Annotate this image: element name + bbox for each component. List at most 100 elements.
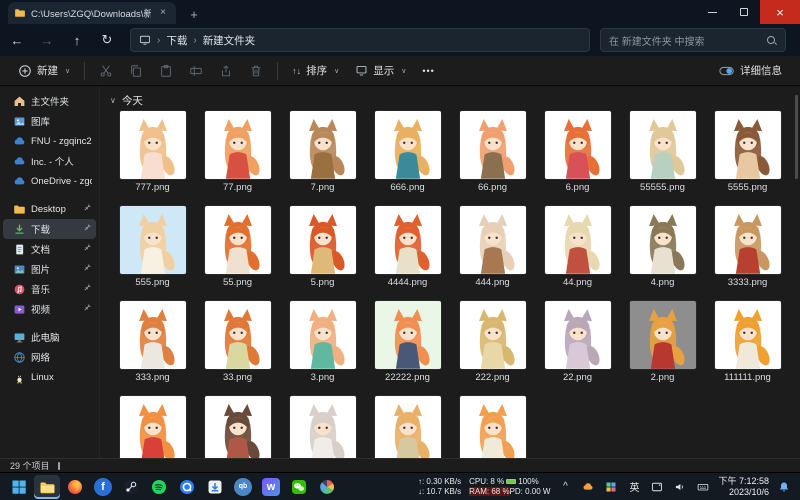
file-item[interactable]: 111111.png — [705, 301, 790, 396]
colorful-app-icon[interactable] — [603, 479, 619, 495]
maximize-button[interactable] — [728, 0, 760, 24]
new-button[interactable]: 新建 ∨ — [10, 59, 78, 83]
sidebar-item-网络[interactable]: 网络 — [3, 347, 96, 367]
date: 2023/10/6 — [728, 486, 769, 497]
sidebar-item-音乐[interactable]: 音乐 — [3, 279, 96, 299]
notification-bell-icon[interactable] — [776, 479, 792, 495]
taskbar-steam-icon[interactable] — [118, 475, 144, 499]
file-item[interactable]: 777.png — [110, 111, 195, 206]
taskbar-quark-icon[interactable] — [174, 475, 200, 499]
sidebar-item-下载[interactable]: 下载 — [3, 219, 96, 239]
file-item[interactable]: 33.png — [195, 301, 280, 396]
view-button[interactable]: 显示 ∨ — [347, 59, 414, 83]
file-item[interactable]: 55555.png — [620, 111, 705, 206]
file-item[interactable]: 5.png — [280, 206, 365, 301]
back-button[interactable]: ← — [4, 28, 30, 52]
file-item[interactable]: 666.png — [365, 111, 450, 206]
more-options-button[interactable]: ••• — [414, 59, 442, 83]
taskbar-file-explorer-icon[interactable] — [34, 474, 60, 499]
new-tab-button[interactable]: + — [184, 6, 204, 24]
file-item[interactable]: 333.png — [110, 301, 195, 396]
file-thumbnail — [289, 111, 356, 179]
taskbar-qbittorrent-icon[interactable]: qb — [230, 475, 256, 499]
file-thumbnail — [119, 396, 186, 458]
file-item[interactable] — [280, 396, 365, 458]
details-pane-toggle[interactable]: 详细信息 — [711, 59, 790, 83]
chevron-down-icon: ∨ — [334, 67, 340, 75]
file-item[interactable] — [110, 396, 195, 458]
file-item[interactable]: 3333.png — [705, 206, 790, 301]
file-item[interactable]: 222.png — [450, 301, 535, 396]
sidebar-item-OneDrive - zgqinc[interactable]: OneDrive - zgqinc — [3, 171, 96, 191]
file-item[interactable]: 5555.png — [705, 111, 790, 206]
file-item[interactable]: 77.png — [195, 111, 280, 206]
sidebar-item-此电脑[interactable]: 此电脑 — [3, 327, 96, 347]
group-header[interactable]: ∨ 今天 — [100, 87, 800, 108]
hidden-icons-chevron-icon[interactable]: ^ — [557, 479, 573, 495]
taskbar-watt-toolkit-icon[interactable]: w — [258, 475, 284, 499]
taskbar-paint-app-icon[interactable] — [314, 475, 340, 499]
search-input[interactable]: 在 新建文件夹 中搜索 — [600, 28, 786, 52]
sidebar-item-文档[interactable]: 文档 — [3, 239, 96, 259]
speaker-icon[interactable] — [672, 479, 688, 495]
file-item[interactable]: 3.png — [280, 301, 365, 396]
up-button[interactable]: ↑ — [64, 28, 90, 52]
paste-button[interactable] — [151, 59, 181, 83]
sidebar-item-Desktop[interactable]: Desktop — [3, 199, 96, 219]
file-name: 22222.png — [385, 372, 430, 383]
sidebar-item-Inc. - 个人[interactable]: Inc. - 个人 — [3, 151, 96, 171]
taskbar-firefox-icon[interactable] — [62, 475, 88, 499]
file-item[interactable]: 2.png — [620, 301, 705, 396]
close-button[interactable]: × — [760, 0, 800, 24]
file-item[interactable]: 7.png — [280, 111, 365, 206]
ime-indicator-icon[interactable]: 英 — [626, 479, 642, 495]
taskbar-spotify-icon[interactable] — [146, 475, 172, 499]
tablet-icon[interactable] — [649, 479, 665, 495]
file-item[interactable] — [195, 396, 280, 458]
sort-button[interactable]: ↑↓ 排序 ∨ — [284, 59, 347, 83]
share-button[interactable] — [211, 59, 241, 83]
delete-button[interactable] — [241, 59, 271, 83]
vertical-scrollbar[interactable] — [795, 95, 798, 179]
file-item[interactable] — [450, 396, 535, 458]
file-item[interactable]: 555.png — [110, 206, 195, 301]
rename-button[interactable] — [181, 59, 211, 83]
taskbar-downloader-icon[interactable] — [202, 475, 228, 499]
explorer-tab[interactable]: C:\Users\ZGQ\Downloads\新建 × — [8, 2, 176, 24]
file-thumbnail — [289, 301, 356, 369]
file-item[interactable]: 55.png — [195, 206, 280, 301]
sidebar-item-主文件夹[interactable]: 主文件夹 — [3, 91, 96, 111]
clock[interactable]: 下午 7:12:58 2023/10/6 — [718, 476, 769, 498]
cloud-drive-icon[interactable] — [580, 479, 596, 495]
taskbar-wechat-icon[interactable] — [286, 475, 312, 499]
copy-button[interactable] — [121, 59, 151, 83]
file-item[interactable]: 4.png — [620, 206, 705, 301]
touch-keyboard-icon[interactable] — [695, 479, 711, 495]
file-item[interactable] — [365, 396, 450, 458]
taskbar-start-icon[interactable] — [6, 475, 32, 499]
cut-button[interactable] — [91, 59, 121, 83]
file-item[interactable]: 4444.png — [365, 206, 450, 301]
sidebar-item-FNU - zgqinc2[interactable]: FNU - zgqinc2 — [3, 131, 96, 151]
sidebar-item-视频[interactable]: 视频 — [3, 299, 96, 319]
taskbar-f-app-icon[interactable]: f — [90, 475, 116, 499]
file-name: 111111.png — [724, 372, 771, 383]
sidebar-item-Linux[interactable]: Linux — [3, 367, 96, 387]
breadcrumb-new-folder[interactable]: 新建文件夹 — [203, 33, 256, 48]
file-item[interactable]: 22222.png — [365, 301, 450, 396]
forward-button[interactable]: → — [34, 28, 60, 52]
sidebar-item-图片[interactable]: 图片 — [3, 259, 96, 279]
refresh-button[interactable]: ↻ — [94, 28, 120, 52]
breadcrumb-downloads[interactable]: 下载 — [166, 33, 187, 48]
file-item[interactable]: 6.png — [535, 111, 620, 206]
traffic-monitor[interactable]: ↑: 0.30 KB/s ↓: 10.7 KB/s CPU: 8 % 100% R… — [418, 477, 550, 497]
file-item[interactable]: 66.png — [450, 111, 535, 206]
tab-close-icon[interactable]: × — [156, 6, 170, 20]
address-bar[interactable]: › 下载 › 新建文件夹 — [130, 28, 590, 52]
sidebar-item-图库[interactable]: 图库 — [3, 111, 96, 131]
file-item[interactable]: 44.png — [535, 206, 620, 301]
file-item[interactable]: 444.png — [450, 206, 535, 301]
file-item[interactable]: 22.png — [535, 301, 620, 396]
window-controls: × — [696, 0, 800, 24]
minimize-button[interactable] — [696, 0, 728, 24]
